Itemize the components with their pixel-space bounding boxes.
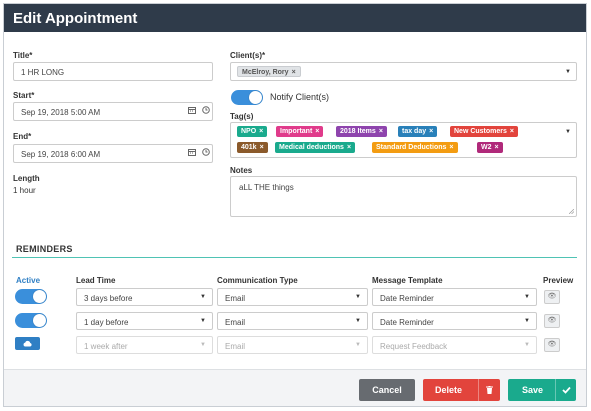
modal-title: Edit Appointment xyxy=(13,10,138,27)
check-icon xyxy=(557,379,575,401)
eye-icon: 👁 xyxy=(547,317,557,324)
chevron-down-icon: ▼ xyxy=(200,318,206,324)
remove-client-icon[interactable]: × xyxy=(292,69,296,76)
chevron-down-icon[interactable]: ▼ xyxy=(565,129,571,135)
calendar-icon[interactable] xyxy=(186,145,198,162)
edit-appointment-modal: Edit Appointment Title* 1 HR LONG Start*… xyxy=(3,3,587,407)
modal-footer: Cancel Delete Save xyxy=(4,369,586,406)
clients-select[interactable]: McElroy, Rory × ▼ xyxy=(230,62,577,81)
clock-icon[interactable] xyxy=(200,103,212,120)
eye-icon: 👁 xyxy=(547,341,557,348)
notes-label: Notes xyxy=(230,166,253,175)
lead-time-select[interactable]: 1 day before ▼ xyxy=(76,312,213,330)
resize-handle-icon[interactable] xyxy=(569,209,574,214)
client-chip-label: McElroy, Rory xyxy=(242,69,289,76)
chevron-down-icon: ▼ xyxy=(355,318,361,324)
eye-icon: 👁 xyxy=(547,293,557,300)
cloud-icon xyxy=(23,340,32,347)
save-button[interactable]: Save xyxy=(508,379,576,401)
title-label: Title* xyxy=(13,51,33,60)
communication-select[interactable]: Email ▼ xyxy=(217,288,368,306)
lead-time-select[interactable]: 3 days before ▼ xyxy=(76,288,213,306)
reminder-active-toggle[interactable] xyxy=(15,289,47,304)
remove-tag-icon[interactable]: × xyxy=(315,128,319,135)
remove-tag-icon[interactable]: × xyxy=(429,128,433,135)
chevron-down-icon: ▼ xyxy=(200,294,206,300)
preview-button[interactable]: 👁 xyxy=(544,290,560,304)
remove-tag-icon[interactable]: × xyxy=(347,144,351,151)
clock-icon[interactable] xyxy=(200,145,212,162)
tag-chip: W2 × xyxy=(477,142,503,153)
end-datetime-input[interactable]: Sep 19, 2018 6:00 AM xyxy=(13,144,213,163)
end-label: End* xyxy=(13,132,32,141)
col-template-header: Message Template xyxy=(372,276,443,285)
client-chip: McElroy, Rory × xyxy=(237,66,301,77)
title-value: 1 HR LONG xyxy=(21,68,65,77)
end-value: Sep 19, 2018 6:00 AM xyxy=(21,150,101,159)
tags-label: Tag(s) xyxy=(230,112,254,121)
tag-chip: Standard Deductions × xyxy=(372,142,458,153)
lead-time-select[interactable]: 1 week after ▼ xyxy=(76,336,213,354)
length-value: 1 hour xyxy=(13,186,36,195)
start-datetime-input[interactable]: Sep 19, 2018 5:00 AM xyxy=(13,102,213,121)
tag-chip: NPO × xyxy=(237,126,268,137)
col-communication-header: Communication Type xyxy=(217,276,298,285)
chevron-down-icon: ▼ xyxy=(200,342,206,348)
col-lead-time-header: Lead Time xyxy=(76,276,116,285)
template-select[interactable]: Date Reminder ▼ xyxy=(372,312,537,330)
delete-button[interactable]: Delete xyxy=(423,379,500,401)
start-label: Start* xyxy=(13,91,35,100)
clients-label: Client(s)* xyxy=(230,51,266,60)
col-preview-header: Preview xyxy=(543,276,574,285)
chevron-down-icon: ▼ xyxy=(355,294,361,300)
template-select[interactable]: Date Reminder ▼ xyxy=(372,288,537,306)
remove-tag-icon[interactable]: × xyxy=(449,144,453,151)
notes-value: aLL THE things xyxy=(239,183,294,192)
length-label: Length xyxy=(13,174,40,183)
communication-select[interactable]: Email ▼ xyxy=(217,336,368,354)
chevron-down-icon: ▼ xyxy=(355,342,361,348)
tag-chip: Medical deductions × xyxy=(275,142,356,153)
template-select[interactable]: Request Feedback ▼ xyxy=(372,336,537,354)
communication-select[interactable]: Email ▼ xyxy=(217,312,368,330)
modal-header: Edit Appointment xyxy=(4,4,586,32)
reminders-divider xyxy=(12,257,577,258)
start-value: Sep 19, 2018 5:00 AM xyxy=(21,108,101,117)
tag-chip: 401k × xyxy=(237,142,268,153)
cancel-button[interactable]: Cancel xyxy=(359,379,415,401)
calendar-icon[interactable] xyxy=(186,103,198,120)
col-active-header: Active xyxy=(16,276,41,285)
tag-chip: Important × xyxy=(276,126,324,137)
tags-select[interactable]: NPO × Important × 2018 Items × tax day × New… xyxy=(230,122,577,158)
tag-chip: 2018 Items × xyxy=(336,126,387,137)
tag-chip: tax day × xyxy=(398,126,438,137)
preview-button[interactable]: 👁 xyxy=(544,338,560,352)
chevron-down-icon: ▼ xyxy=(524,318,530,324)
reminder-inactive-toggle[interactable] xyxy=(15,337,40,350)
chevron-down-icon: ▼ xyxy=(524,342,530,348)
chevron-down-icon[interactable]: ▼ xyxy=(565,69,571,75)
remove-tag-icon[interactable]: × xyxy=(259,128,263,135)
chevron-down-icon: ▼ xyxy=(524,294,530,300)
trash-icon xyxy=(480,379,498,401)
reminders-title: REMINDERS xyxy=(16,244,73,254)
preview-button[interactable]: 👁 xyxy=(544,314,560,328)
reminder-active-toggle[interactable] xyxy=(15,313,47,328)
remove-tag-icon[interactable]: × xyxy=(510,128,514,135)
notes-textarea[interactable]: aLL THE things xyxy=(230,176,577,217)
tag-chip: New Customers × xyxy=(450,126,518,137)
notify-label: Notify Client(s) xyxy=(270,92,330,102)
remove-tag-icon[interactable]: × xyxy=(495,144,499,151)
remove-tag-icon[interactable]: × xyxy=(260,144,264,151)
title-input[interactable]: 1 HR LONG xyxy=(13,62,213,81)
remove-tag-icon[interactable]: × xyxy=(379,128,383,135)
notify-toggle[interactable] xyxy=(231,90,263,105)
